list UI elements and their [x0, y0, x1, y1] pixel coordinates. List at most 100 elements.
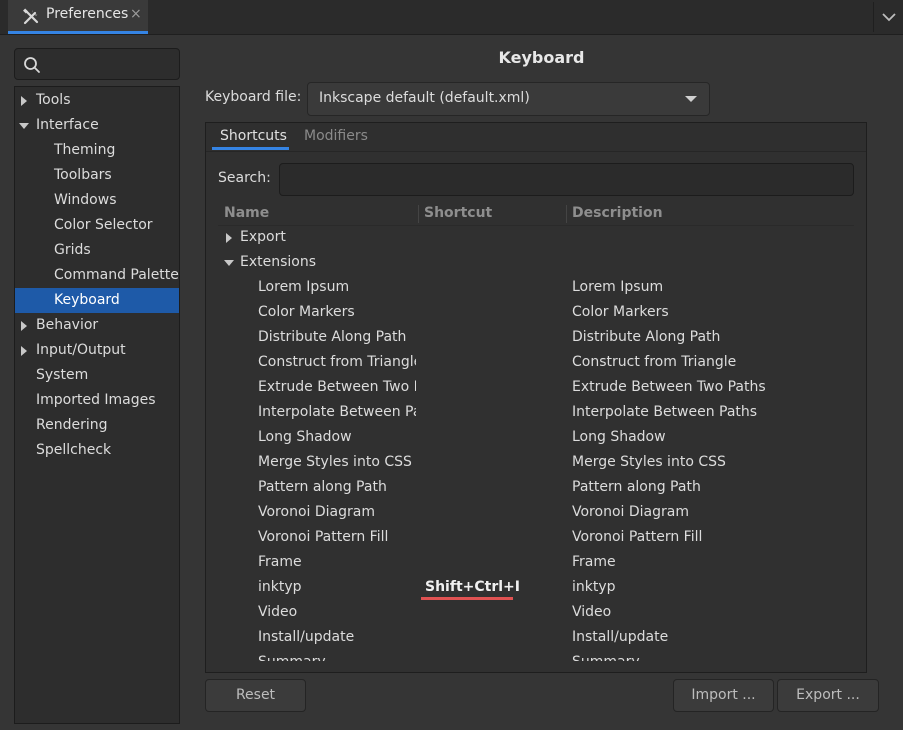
expander-right-icon[interactable] [21, 346, 27, 356]
action-description: Install/update [572, 629, 669, 645]
keyboard-file-label: Keyboard file: [205, 89, 302, 105]
table-row[interactable]: Voronoi Pattern Fill Voronoi Pattern Fill [206, 525, 866, 550]
table-row[interactable]: Lorem Ipsum Lorem Ipsum [206, 275, 866, 300]
tools-icon [22, 8, 40, 26]
action-description: Voronoi Pattern Fill [572, 529, 703, 545]
sidebar-item-interface[interactable]: Interface [15, 113, 179, 138]
action-description: Construct from Triangle [572, 354, 737, 370]
sidebar-item-color-selector[interactable]: Color Selector [15, 213, 179, 238]
action-name: Color Markers [258, 304, 355, 320]
table-row[interactable]: Video Video [206, 600, 866, 625]
column-separator [418, 205, 419, 223]
table-row[interactable]: Summary Summary [206, 650, 866, 661]
expander-down-icon[interactable] [224, 260, 234, 266]
search-icon [23, 56, 41, 74]
sidebar-item-label: Input/Output [36, 342, 126, 358]
shortcut-search-input[interactable] [279, 163, 854, 196]
tab-title: Preferences [46, 6, 129, 22]
action-description: Frame [572, 554, 616, 570]
table-row[interactable]: inktyp Shift+Ctrl+I inktyp [206, 575, 866, 600]
action-name: Pattern along Path [258, 479, 387, 495]
tab-modifiers[interactable]: Modifiers [304, 128, 368, 144]
action-description: Extrude Between Two Paths [572, 379, 766, 395]
action-name: Distribute Along Path [258, 329, 407, 345]
chevron-down-icon[interactable] [873, 2, 903, 32]
action-name: Install/update [258, 629, 355, 645]
table-row[interactable]: Extrude Between Two Pa Extrude Between Tw… [206, 375, 866, 400]
action-name: Summary [258, 650, 416, 661]
page-title: Keyboard [498, 48, 585, 67]
sidebar-item-tools[interactable]: Tools [15, 88, 179, 113]
table-row[interactable]: Voronoi Diagram Voronoi Diagram [206, 500, 866, 525]
sidebar-item-label: Behavior [36, 317, 99, 333]
table-row[interactable]: Interpolate Between Pat Interpolate Betwe… [206, 400, 866, 425]
sidebar-item-command-palette[interactable]: Command Palette [15, 263, 179, 288]
keyboard-file-value: Inkscape default (default.xml) [319, 90, 530, 106]
sidebar-item-keyboard[interactable]: Keyboard [15, 288, 179, 313]
tab-active-indicator [8, 31, 148, 34]
group-name: Export [240, 229, 286, 245]
action-name: Long Shadow [258, 429, 352, 445]
shortcuts-notebook: Shortcuts Modifiers Search: Name Shortcu… [205, 122, 867, 673]
sidebar-item-label: Windows [54, 192, 117, 208]
action-name: Frame [258, 554, 302, 570]
sidebar-item-grids[interactable]: Grids [15, 238, 179, 263]
tab-shortcuts[interactable]: Shortcuts [220, 128, 287, 144]
search-label: Search: [218, 170, 271, 186]
table-row[interactable]: Construct from Triangle Construct from Tr… [206, 350, 866, 375]
column-header-shortcut[interactable]: Shortcut [424, 205, 492, 221]
tab-active-indicator [212, 147, 289, 150]
expander-right-icon[interactable] [226, 233, 232, 243]
action-description: Video [572, 604, 612, 620]
action-name: Extrude Between Two Pa [258, 379, 416, 395]
column-header-description[interactable]: Description [572, 205, 663, 221]
table-row[interactable]: Pattern along Path Pattern along Path [206, 475, 866, 500]
sidebar-item-toolbars[interactable]: Toolbars [15, 163, 179, 188]
expander-down-icon[interactable] [19, 123, 29, 129]
action-description: Merge Styles into CSS [572, 454, 726, 470]
sidebar-item-windows[interactable]: Windows [15, 188, 179, 213]
tab-preferences[interactable]: Preferences × [8, 0, 148, 34]
table-row[interactable]: Distribute Along Path Distribute Along Pa… [206, 325, 866, 350]
sidebar-item-imported-images[interactable]: Imported Images [15, 388, 179, 413]
shortcut-list: Export Extensions Lorem Ipsum Lorem Ipsum Co… [206, 225, 866, 661]
sidebar-item-label: Grids [54, 242, 91, 258]
action-name: Voronoi Diagram [258, 504, 375, 520]
action-name: Merge Styles into CSS [258, 454, 412, 470]
sidebar-item-label: Color Selector [54, 217, 153, 233]
expander-right-icon[interactable] [21, 321, 27, 331]
preferences-tree: Tools Interface Theming Toolbars Windows Colo… [14, 86, 180, 724]
export-button[interactable]: Export ... [777, 679, 879, 712]
list-header: Name Shortcut Description [218, 203, 854, 226]
sidebar-item-behavior[interactable]: Behavior [15, 313, 179, 338]
reset-button[interactable]: Reset [205, 679, 306, 712]
sidebar-item-rendering[interactable]: Rendering [15, 413, 179, 438]
table-row[interactable]: Frame Frame [206, 550, 866, 575]
table-row[interactable]: Install/update Install/update [206, 625, 866, 650]
action-description: Pattern along Path [572, 479, 701, 495]
sidebar-search-input[interactable] [14, 48, 180, 80]
sidebar-item-theming[interactable]: Theming [15, 138, 179, 163]
group-row[interactable]: Extensions [206, 250, 866, 275]
sidebar-item-system[interactable]: System [15, 363, 179, 388]
column-separator [566, 205, 567, 223]
close-icon[interactable]: × [130, 6, 142, 22]
table-row[interactable]: Color Markers Color Markers [206, 300, 866, 325]
action-name: inktyp [258, 579, 302, 595]
sidebar-item-input-output[interactable]: Input/Output [15, 338, 179, 363]
group-row[interactable]: Export [206, 225, 866, 250]
column-header-name[interactable]: Name [224, 205, 269, 221]
sidebar-item-label: Toolbars [54, 167, 112, 183]
sidebar-item-label: Tools [36, 92, 71, 108]
action-description: Summary [572, 650, 862, 661]
sidebar-item-label: Spellcheck [36, 442, 112, 458]
import-button[interactable]: Import ... [673, 679, 774, 712]
action-description: Color Markers [572, 304, 669, 320]
keyboard-file-select[interactable]: Inkscape default (default.xml) [307, 82, 710, 116]
table-row[interactable]: Merge Styles into CSS Merge Styles into C… [206, 450, 866, 475]
sidebar-item-label: Theming [54, 142, 116, 158]
table-row[interactable]: Long Shadow Long Shadow [206, 425, 866, 450]
expander-right-icon[interactable] [21, 96, 27, 106]
action-description: Long Shadow [572, 429, 666, 445]
sidebar-item-spellcheck[interactable]: Spellcheck [15, 438, 179, 463]
